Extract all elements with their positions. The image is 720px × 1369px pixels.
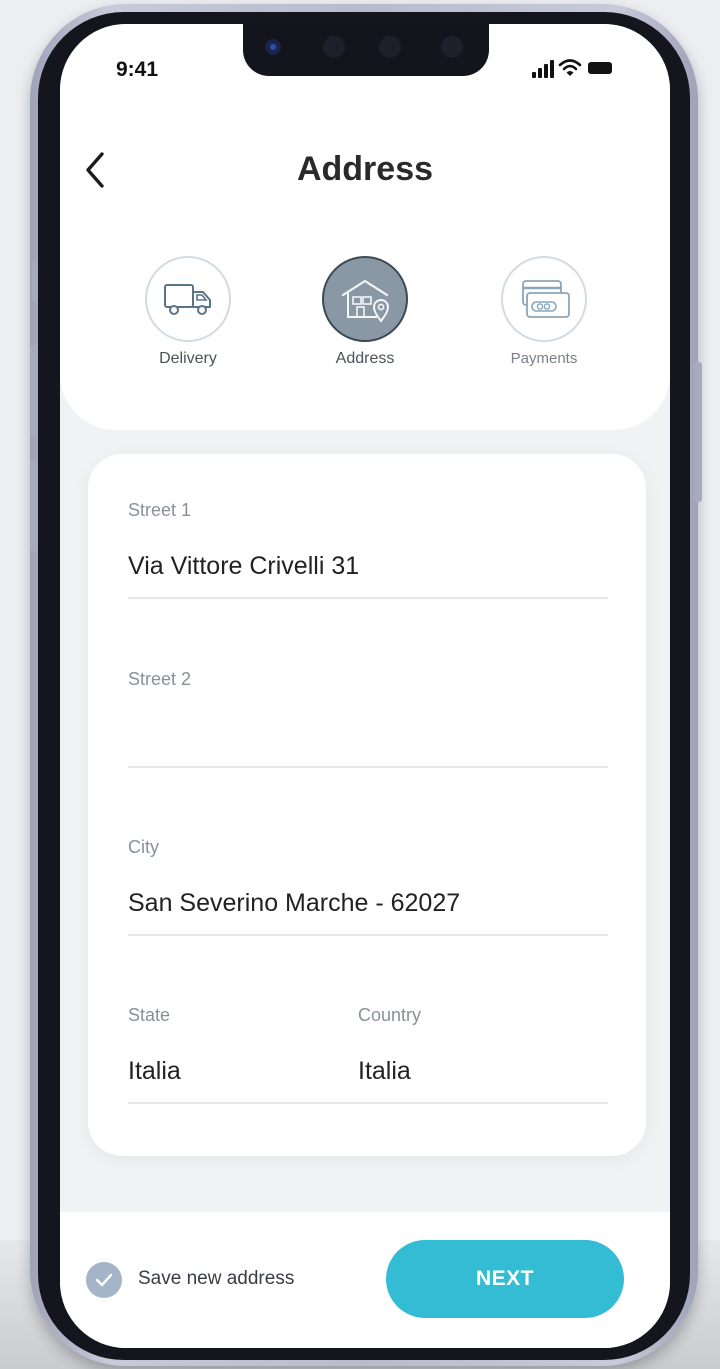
field-underline: [128, 597, 608, 599]
page-title: Address: [296, 150, 434, 188]
bottom-bar: Save new address NEXT: [60, 1212, 670, 1348]
truck-icon: [164, 284, 211, 315]
street2-label: Street 2: [128, 669, 192, 689]
status-icons: [532, 58, 612, 78]
sensor-dot: [441, 36, 463, 58]
step-address-circle: [322, 256, 408, 342]
house-location-icon: [341, 279, 390, 323]
checkmark-icon: [95, 1273, 113, 1287]
sensor-dot: [379, 36, 401, 58]
state-field[interactable]: State Italia: [128, 1005, 358, 1104]
city-field[interactable]: City San Severino Marche - 62027: [128, 837, 608, 936]
step-address[interactable]: Address: [305, 256, 425, 368]
street1-field[interactable]: Street 1 Via Vittore Crivelli 31: [128, 500, 608, 599]
wifi-icon: [558, 59, 582, 76]
step-payments[interactable]: Payments: [484, 256, 604, 367]
street2-value[interactable]: [128, 715, 608, 755]
street1-label: Street 1: [128, 500, 192, 520]
step-label: Delivery: [159, 350, 217, 367]
field-underline: [128, 766, 608, 768]
phone-screen: 9:41 Address Delivery Address Payments S…: [60, 24, 670, 1348]
power-button: [694, 362, 702, 502]
country-value[interactable]: Italia: [358, 1051, 608, 1091]
battery-icon: [588, 62, 612, 74]
save-address-checkbox[interactable]: [86, 1262, 122, 1298]
volume-up-button: [30, 345, 38, 437]
save-address-label[interactable]: Save new address: [138, 1268, 294, 1290]
step-label: Payments: [510, 350, 578, 367]
camera-icon: [265, 39, 281, 55]
status-time: 9:41: [116, 58, 159, 81]
city-value[interactable]: San Severino Marche - 62027: [128, 883, 608, 923]
notch: [243, 24, 489, 76]
sensor-dot: [323, 36, 345, 58]
step-delivery-circle: [145, 256, 231, 342]
country-label: Country: [358, 1005, 422, 1025]
step-payments-circle: [501, 256, 587, 342]
credit-card-icon: [522, 280, 570, 318]
step-delivery[interactable]: Delivery: [128, 256, 248, 368]
state-value[interactable]: Italia: [128, 1051, 358, 1091]
header-panel: 9:41 Address Delivery Address Payments: [60, 24, 670, 430]
field-underline: [358, 1102, 608, 1104]
street1-value[interactable]: Via Vittore Crivelli 31: [128, 546, 608, 586]
field-underline: [128, 1102, 358, 1104]
field-underline: [128, 934, 608, 936]
address-form-card: Street 1 Via Vittore Crivelli 31 Street …: [88, 454, 646, 1156]
volume-down-button: [30, 460, 38, 552]
street2-field[interactable]: Street 2: [128, 669, 608, 768]
next-button[interactable]: NEXT: [386, 1240, 624, 1318]
state-label: State: [128, 1005, 171, 1025]
city-label: City: [128, 837, 159, 857]
country-field[interactable]: Country Italia: [358, 1005, 608, 1104]
step-label: Address: [335, 350, 395, 367]
